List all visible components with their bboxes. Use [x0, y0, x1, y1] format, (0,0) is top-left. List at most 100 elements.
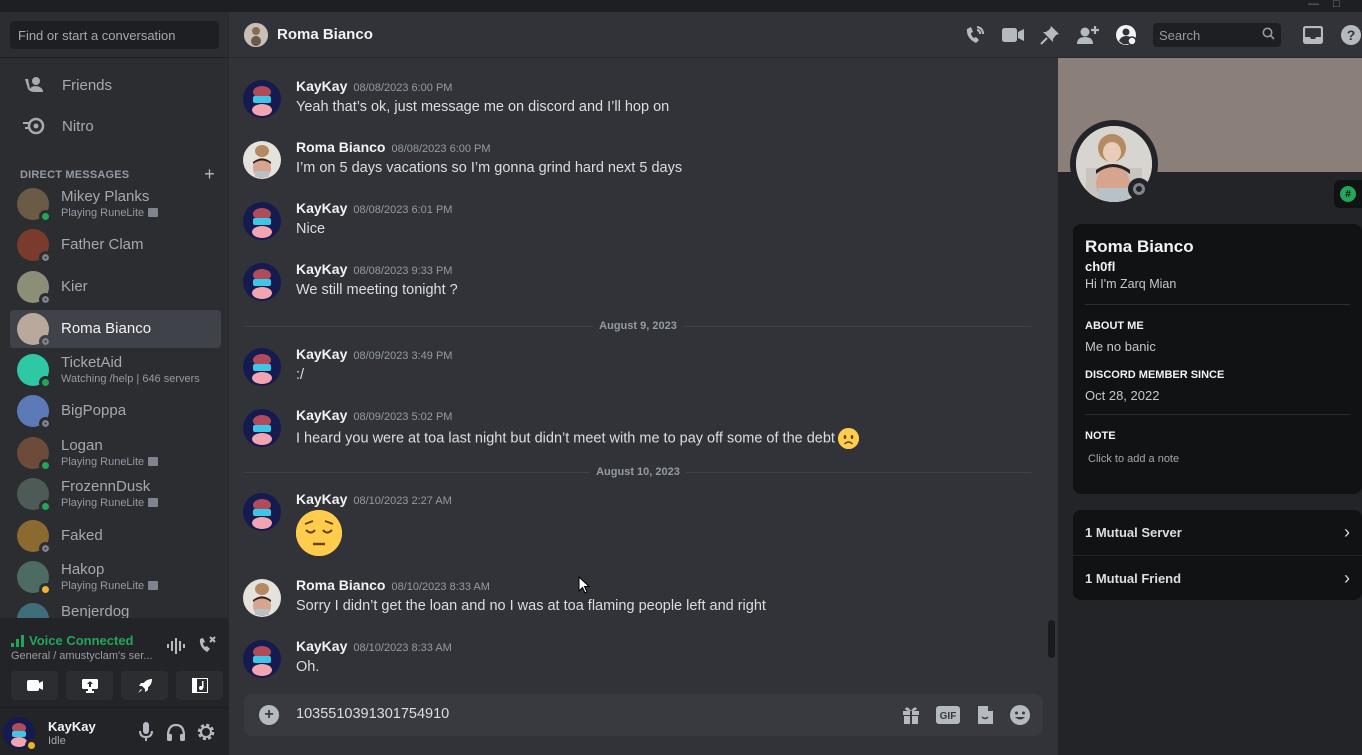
- upload-plus-icon[interactable]: +: [259, 705, 279, 725]
- disconnect-icon[interactable]: [197, 635, 217, 660]
- mutuals-card: 1 Mutual Server › 1 Mutual Friend ›: [1073, 510, 1362, 600]
- dm-name: BigPoppa: [61, 401, 127, 419]
- message-author[interactable]: KayKay 08/08/2023 6:01 PM: [296, 200, 452, 216]
- dm-name: Roma Bianco: [61, 319, 152, 337]
- message-author[interactable]: KayKay 08/08/2023 9:33 PM: [296, 261, 452, 277]
- voice-connected-status[interactable]: Voice Connected: [11, 633, 134, 648]
- message-body: Oh.: [296, 659, 319, 675]
- user-profile-toggle-icon[interactable]: [1114, 23, 1138, 47]
- message-author-name[interactable]: KayKay: [296, 78, 347, 94]
- gif-icon[interactable]: GIF: [936, 704, 960, 726]
- maximize-button[interactable]: □: [1333, 0, 1340, 10]
- voice-channel-name[interactable]: General / amustyclam's ser...: [11, 650, 161, 662]
- hashtag-badge-icon[interactable]: #: [1340, 186, 1356, 202]
- message-author[interactable]: Roma Bianco 08/10/2023 8:33 AM: [296, 577, 490, 593]
- nav-nitro-label: Nitro: [62, 117, 94, 135]
- dm-item[interactable]: Roma Bianco: [10, 310, 221, 348]
- dm-item[interactable]: FrozennDusk Playing RuneLite: [10, 475, 221, 513]
- inbox-icon[interactable]: [1301, 23, 1325, 47]
- message-input[interactable]: 103551039130175491​0: [296, 706, 449, 722]
- gift-icon[interactable]: [899, 704, 923, 726]
- message-author-name[interactable]: KayKay: [296, 638, 347, 654]
- dm-item[interactable]: Logan Playing RuneLite: [10, 434, 221, 472]
- message-composer[interactable]: + 103551039130175491​0 GIF: [244, 694, 1043, 736]
- mutual-friends-label: 1 Mutual Friend: [1085, 570, 1182, 586]
- scrollbar-thumb[interactable]: [1048, 620, 1055, 658]
- headphones-icon[interactable]: [165, 721, 187, 743]
- profile-separator: [1085, 304, 1350, 305]
- screen-share-button[interactable]: [66, 671, 113, 700]
- svg-text:GIF: GIF: [940, 711, 957, 722]
- message-author-name[interactable]: KayKay: [296, 491, 347, 507]
- frowning-face-emoji-icon[interactable]: [837, 428, 859, 449]
- settings-gear-icon[interactable]: [195, 721, 217, 743]
- camera-button[interactable]: [11, 671, 58, 700]
- message-avatar[interactable]: [243, 493, 281, 531]
- activities-button[interactable]: [121, 671, 168, 700]
- nav-friends[interactable]: Friends: [10, 66, 221, 104]
- note-input[interactable]: Click to add a note: [1088, 453, 1179, 465]
- start-voice-call-icon[interactable]: [963, 23, 987, 47]
- chat-scrollbar[interactable]: [1046, 58, 1058, 690]
- message-author[interactable]: KayKay 08/09/2023 5:02 PM: [296, 407, 452, 423]
- current-user-status: Idle: [48, 735, 66, 747]
- message-body: I’m on 5 days vacations so I’m gonna gri…: [296, 160, 682, 176]
- pensive-face-emoji-icon[interactable]: [296, 510, 342, 556]
- message-avatar[interactable]: [243, 579, 281, 617]
- message-avatar[interactable]: [243, 80, 281, 118]
- user-avatar[interactable]: [3, 717, 38, 752]
- header-avatar: [244, 23, 268, 47]
- chevron-right-icon: ›: [1344, 522, 1350, 542]
- dm-name: Father Clam: [61, 235, 144, 253]
- message-author-name[interactable]: KayKay: [296, 407, 347, 423]
- message-timestamp: 08/08/2023 9:33 PM: [353, 265, 453, 277]
- message-avatar[interactable]: [243, 141, 281, 179]
- start-video-call-icon[interactable]: [1001, 23, 1025, 47]
- nav-nitro[interactable]: Nitro: [10, 107, 221, 145]
- message-author[interactable]: KayKay 08/09/2023 3:49 PM: [296, 346, 452, 362]
- message-author-name[interactable]: KayKay: [296, 261, 347, 277]
- find-conversation-input[interactable]: Find or start a conversation: [10, 21, 219, 49]
- message-avatar[interactable]: [243, 263, 281, 301]
- soundboard-button[interactable]: [176, 671, 223, 700]
- mutual-friends-row[interactable]: 1 Mutual Friend ›: [1073, 555, 1362, 600]
- svg-text:?: ?: [1347, 27, 1356, 43]
- microphone-icon[interactable]: [135, 721, 157, 743]
- message-author[interactable]: KayKay 08/08/2023 6:00 PM: [296, 78, 452, 94]
- message-avatar[interactable]: [243, 348, 281, 386]
- dm-item[interactable]: TicketAid Watching /help | 646 servers: [10, 351, 221, 389]
- dm-item[interactable]: BigPoppa: [10, 392, 221, 430]
- mutual-servers-row[interactable]: 1 Mutual Server ›: [1073, 510, 1362, 555]
- header-search-input[interactable]: Search: [1153, 23, 1281, 47]
- pinned-messages-icon[interactable]: [1038, 23, 1062, 47]
- dm-item[interactable]: Mikey Planks Playing RuneLite: [10, 185, 221, 223]
- message-author-name[interactable]: KayKay: [296, 346, 347, 362]
- emoji-icon[interactable]: [1008, 704, 1032, 726]
- message-avatar[interactable]: [243, 409, 281, 447]
- dm-item[interactable]: Hakop Playing RuneLite: [10, 558, 221, 596]
- message-author[interactable]: KayKay 08/10/2023 2:27 AM: [296, 491, 452, 507]
- dm-item[interactable]: Kier: [10, 268, 221, 306]
- message-text: I’m on 5 days vacations so I’m gonna gri…: [296, 160, 683, 176]
- chat-title: Roma Bianco: [277, 26, 373, 43]
- minimize-button[interactable]: —: [1308, 0, 1319, 10]
- noise-suppression-icon[interactable]: [167, 638, 185, 659]
- message-author[interactable]: Roma Bianco 08/08/2023 6:00 PM: [296, 139, 491, 155]
- dm-avatar: [17, 437, 52, 472]
- message-author-name[interactable]: Roma Bianco: [296, 577, 385, 593]
- message-author[interactable]: KayKay 08/10/2023 8:33 AM: [296, 638, 452, 654]
- dm-text: Logan Playing RuneLite: [61, 438, 159, 468]
- member-since-date: Oct 28, 2022: [1085, 388, 1160, 403]
- create-dm-plus-icon[interactable]: +: [204, 164, 215, 185]
- sticker-icon[interactable]: [973, 704, 997, 726]
- dm-avatar: [17, 561, 52, 596]
- dm-item[interactable]: Father Clam: [10, 226, 221, 264]
- message-avatar[interactable]: [243, 640, 281, 678]
- message-author-name[interactable]: KayKay: [296, 200, 347, 216]
- add-friends-to-dm-icon[interactable]: [1076, 23, 1100, 47]
- message-avatar[interactable]: [243, 202, 281, 240]
- help-icon[interactable]: ?: [1339, 23, 1362, 47]
- dm-item[interactable]: Faked: [10, 517, 221, 555]
- message-author-name[interactable]: Roma Bianco: [296, 139, 385, 155]
- dm-avatar: [17, 229, 52, 264]
